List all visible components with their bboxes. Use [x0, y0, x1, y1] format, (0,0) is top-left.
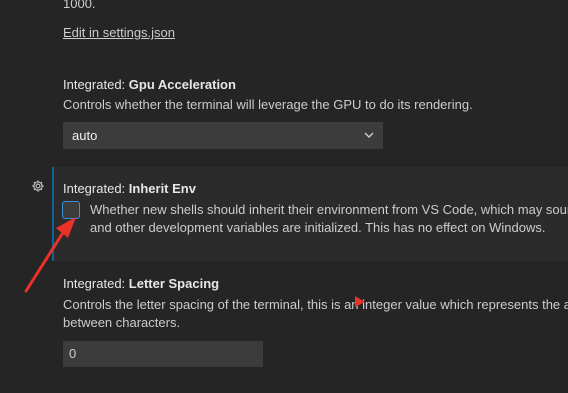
- letter-spacing-title: Integrated: Letter Spacing: [63, 275, 219, 293]
- setting-category: Integrated:: [63, 276, 129, 291]
- letter-spacing-input[interactable]: 0: [63, 341, 263, 367]
- gpu-acceleration-title: Integrated: Gpu Acceleration: [63, 76, 236, 94]
- inherit-env-title: Integrated: Inherit Env: [63, 180, 196, 198]
- edit-in-settings-json-link[interactable]: Edit in settings.json: [63, 24, 175, 42]
- inherit-env-description-line1: Whether new shells should inherit their …: [90, 202, 568, 217]
- gpu-acceleration-description: Controls whether the terminal will lever…: [63, 97, 473, 112]
- setting-category: Integrated:: [63, 181, 129, 196]
- chevron-down-icon: [364, 132, 374, 138]
- inherit-env-description-line2: and other development variables are init…: [90, 220, 546, 235]
- setting-name: Gpu Acceleration: [128, 77, 236, 92]
- gear-icon[interactable]: [31, 179, 45, 193]
- letter-spacing-description-line2: between characters.: [63, 315, 181, 330]
- inherit-env-checkbox[interactable]: [62, 201, 80, 219]
- letter-spacing-description-line1: Controls the letter spacing of the termi…: [63, 297, 568, 312]
- setting-name: Inherit Env: [128, 181, 196, 196]
- setting-category: Integrated:: [63, 77, 129, 92]
- previous-setting-description-fragment: 1000.: [63, 0, 96, 11]
- setting-name: Letter Spacing: [128, 276, 220, 291]
- dropdown-selected-value: auto: [72, 128, 98, 143]
- gpu-acceleration-dropdown[interactable]: auto: [63, 122, 383, 149]
